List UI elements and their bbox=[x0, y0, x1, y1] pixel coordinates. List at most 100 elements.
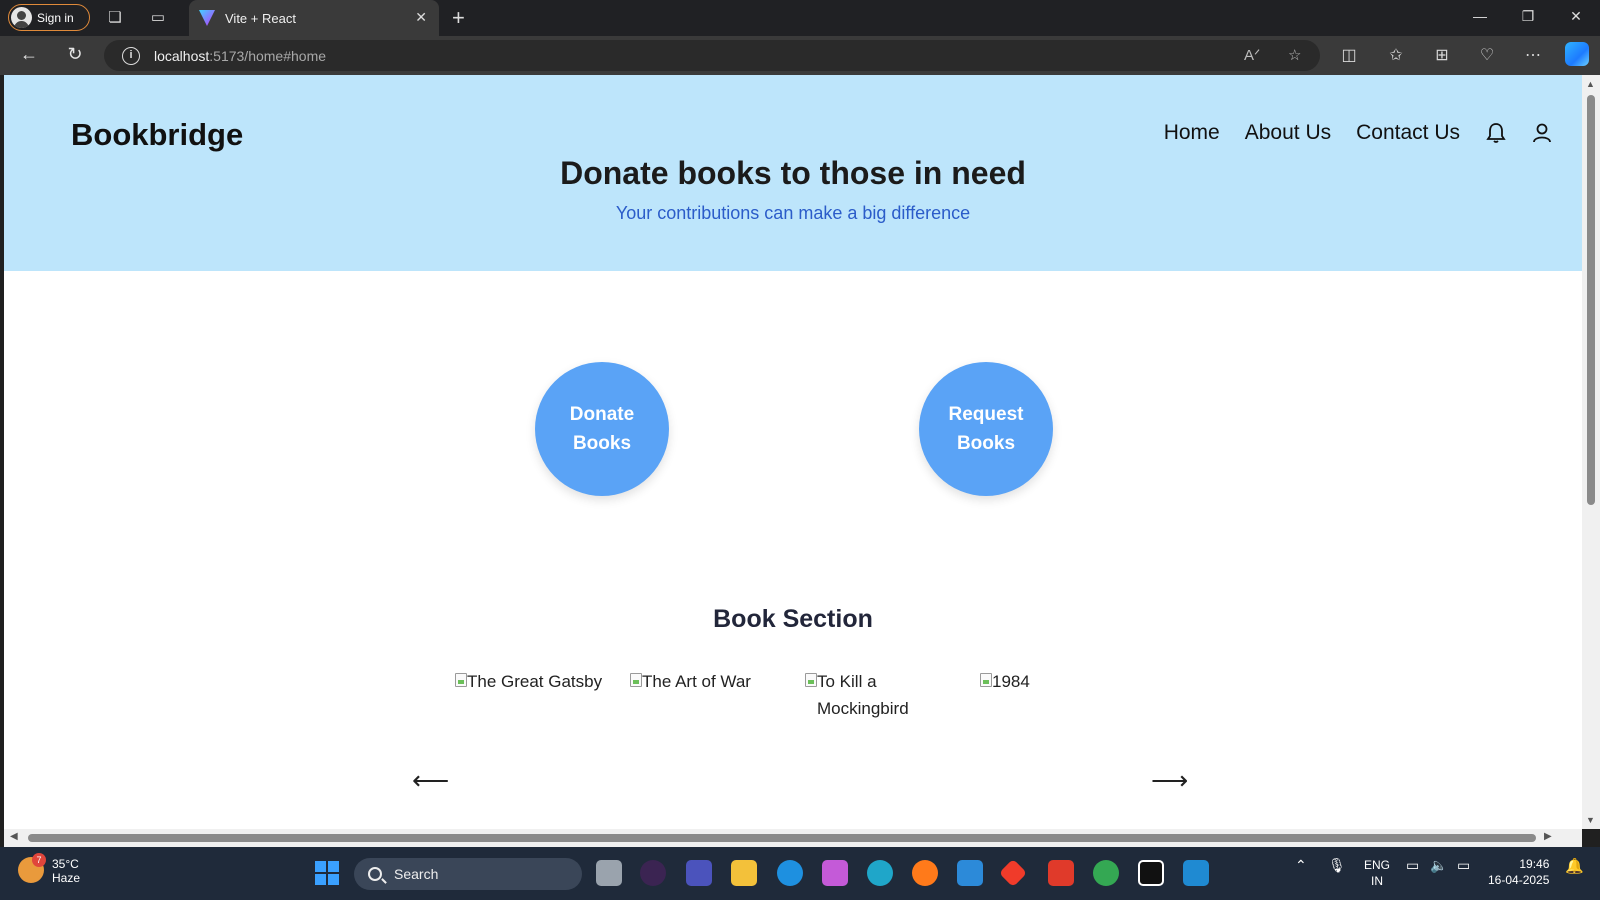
split-screen-icon[interactable]: ◫ bbox=[1338, 45, 1360, 65]
close-tab-icon[interactable]: ✕ bbox=[415, 9, 427, 26]
region-label: IN bbox=[1371, 874, 1383, 888]
wps-office-icon[interactable] bbox=[1048, 860, 1074, 886]
taskbar-search[interactable]: Search bbox=[354, 858, 582, 890]
nav-about-us[interactable]: About Us bbox=[1245, 121, 1331, 145]
copilot-icon[interactable] bbox=[1565, 42, 1589, 66]
search-icon bbox=[368, 867, 382, 881]
page-viewport: Bookbridge Home About Us Contact Us Dona… bbox=[4, 75, 1582, 829]
language-label: ENG bbox=[1364, 858, 1391, 872]
book-item[interactable]: To Kill a Mockingbird bbox=[805, 668, 980, 722]
url-path: :5173/home#home bbox=[209, 47, 327, 64]
favorite-star-icon[interactable]: ☆ bbox=[1288, 46, 1301, 64]
restore-icon[interactable]: ❐ bbox=[1518, 8, 1538, 25]
chrome-icon[interactable] bbox=[1093, 860, 1119, 886]
vite-favicon-icon bbox=[199, 10, 215, 26]
task-view-icon[interactable] bbox=[596, 860, 622, 886]
weather-icon: 7 bbox=[18, 853, 46, 883]
donate-books-label: Donate Books bbox=[569, 404, 635, 454]
hero-header: Bookbridge Home About Us Contact Us Dona… bbox=[4, 75, 1582, 271]
carousel-next-arrow-icon[interactable]: ⟶ bbox=[1151, 765, 1188, 796]
firefox-icon[interactable] bbox=[912, 860, 938, 886]
book-title: The Great Gatsby bbox=[467, 672, 603, 691]
request-books-label: Request Books bbox=[948, 404, 1024, 454]
weather-badge: 7 bbox=[32, 853, 46, 867]
notification-bell-icon[interactable] bbox=[1486, 122, 1506, 144]
teams-icon[interactable] bbox=[686, 860, 712, 886]
battery-icon[interactable]: ▭ bbox=[1457, 857, 1470, 874]
weather-condition: Haze bbox=[52, 871, 81, 885]
scroll-up-icon[interactable]: ▲ bbox=[1586, 79, 1595, 89]
edge-browser-icon[interactable] bbox=[867, 860, 893, 886]
more-options-icon[interactable]: ⋯ bbox=[1522, 45, 1544, 65]
close-window-icon[interactable]: ✕ bbox=[1566, 8, 1586, 25]
windows-taskbar: 7 35°C Haze Search ⌃ 🎙 ENG IN ▭ 🔈 ▭ 19:4… bbox=[0, 847, 1600, 900]
nav-home[interactable]: Home bbox=[1164, 121, 1220, 145]
language-indicator[interactable]: ENG IN bbox=[1364, 857, 1390, 889]
broken-image-icon bbox=[980, 673, 992, 687]
tab-actions-icon[interactable]: ▭ bbox=[148, 8, 168, 28]
brand-logo[interactable]: Bookbridge bbox=[71, 117, 243, 153]
weather-widget[interactable]: 7 35°C Haze bbox=[18, 853, 81, 885]
refresh-icon[interactable]: ↻ bbox=[63, 44, 87, 65]
minimize-icon[interactable]: — bbox=[1470, 8, 1490, 24]
browser-tab-bar: Sign in ❏ ▭ Vite + React ✕ + — ❐ ✕ bbox=[0, 0, 1600, 36]
tab-vite-react[interactable]: Vite + React ✕ bbox=[189, 0, 439, 36]
donate-books-button[interactable]: Donate Books bbox=[535, 362, 669, 496]
nav-contact-us[interactable]: Contact Us bbox=[1356, 121, 1460, 145]
book-title: To Kill a Mockingbird bbox=[817, 672, 909, 718]
broken-image-icon bbox=[805, 673, 817, 687]
browser-essentials-icon[interactable]: ♡ bbox=[1476, 45, 1498, 65]
workspaces-icon[interactable]: ❏ bbox=[105, 8, 125, 28]
book-section-title: Book Section bbox=[713, 605, 873, 633]
broken-image-icon bbox=[455, 673, 467, 687]
help-icon[interactable] bbox=[777, 860, 803, 886]
site-info-icon[interactable]: i bbox=[122, 46, 140, 65]
microsoft-store-icon[interactable] bbox=[957, 860, 983, 886]
hero-subtitle: Your contributions can make a big differ… bbox=[615, 203, 971, 223]
scroll-down-icon[interactable]: ▼ bbox=[1586, 815, 1595, 825]
horizontal-scrollbar[interactable]: ◀ ▶ bbox=[4, 829, 1582, 847]
read-aloud-icon[interactable]: Aᐟ bbox=[1244, 46, 1260, 64]
book-item[interactable]: The Great Gatsby bbox=[455, 668, 630, 722]
app-icon[interactable] bbox=[640, 860, 666, 886]
book-carousel: The Great Gatsby The Art of War To Kill … bbox=[455, 668, 1155, 722]
address-toolbar: ← ↻ i localhost :5173/home#home Aᐟ ☆ bbox=[0, 36, 1600, 75]
request-books-button[interactable]: Request Books bbox=[919, 362, 1053, 496]
address-bar[interactable]: i localhost :5173/home#home Aᐟ ☆ bbox=[104, 40, 1320, 71]
vscode-icon[interactable] bbox=[1183, 860, 1209, 886]
favorites-icon[interactable]: ✩ bbox=[1385, 45, 1407, 65]
show-hidden-icons-icon[interactable]: ⌃ bbox=[1295, 857, 1307, 874]
copilot-app-icon[interactable] bbox=[822, 860, 848, 886]
carousel-prev-arrow-icon[interactable]: ⟵ bbox=[412, 765, 449, 796]
collections-icon[interactable]: ⊞ bbox=[1431, 45, 1453, 65]
system-clock[interactable]: 19:46 16-04-2025 bbox=[1488, 856, 1549, 888]
file-explorer-icon[interactable] bbox=[731, 860, 757, 886]
notifications-icon[interactable]: 🔔 bbox=[1565, 857, 1584, 875]
git-icon[interactable] bbox=[998, 858, 1028, 888]
top-navigation: Home About Us Contact Us bbox=[1139, 121, 1552, 145]
profile-avatar-icon bbox=[11, 7, 32, 28]
windows-start-icon[interactable] bbox=[315, 861, 339, 885]
vertical-scrollbar[interactable]: ▲ ▼ bbox=[1582, 75, 1600, 829]
volume-icon[interactable]: 🔈 bbox=[1430, 857, 1447, 874]
broken-image-icon bbox=[630, 673, 642, 687]
vertical-scroll-thumb[interactable] bbox=[1587, 95, 1595, 505]
url-host: localhost bbox=[154, 47, 210, 64]
horizontal-scroll-thumb[interactable] bbox=[28, 834, 1536, 842]
clock-date: 16-04-2025 bbox=[1488, 873, 1550, 887]
new-tab-button[interactable]: + bbox=[452, 5, 465, 31]
sign-in-button[interactable]: Sign in bbox=[8, 4, 90, 31]
back-arrow-icon[interactable]: ← bbox=[17, 44, 41, 65]
book-item[interactable]: The Art of War bbox=[630, 668, 805, 722]
book-item[interactable]: 1984 bbox=[980, 668, 1155, 722]
scroll-left-icon[interactable]: ◀ bbox=[10, 831, 18, 842]
book-title: The Art of War bbox=[642, 672, 751, 691]
network-icon[interactable]: ▭ bbox=[1406, 857, 1419, 874]
book-title: 1984 bbox=[992, 672, 1030, 691]
scroll-right-icon[interactable]: ▶ bbox=[1544, 831, 1552, 842]
tab-title: Vite + React bbox=[225, 10, 296, 26]
microphone-icon[interactable]: 🎙 bbox=[1328, 857, 1346, 874]
user-profile-icon[interactable] bbox=[1532, 122, 1552, 144]
clock-time: 19:46 bbox=[1519, 857, 1550, 871]
terminal-app-icon[interactable] bbox=[1138, 860, 1164, 886]
